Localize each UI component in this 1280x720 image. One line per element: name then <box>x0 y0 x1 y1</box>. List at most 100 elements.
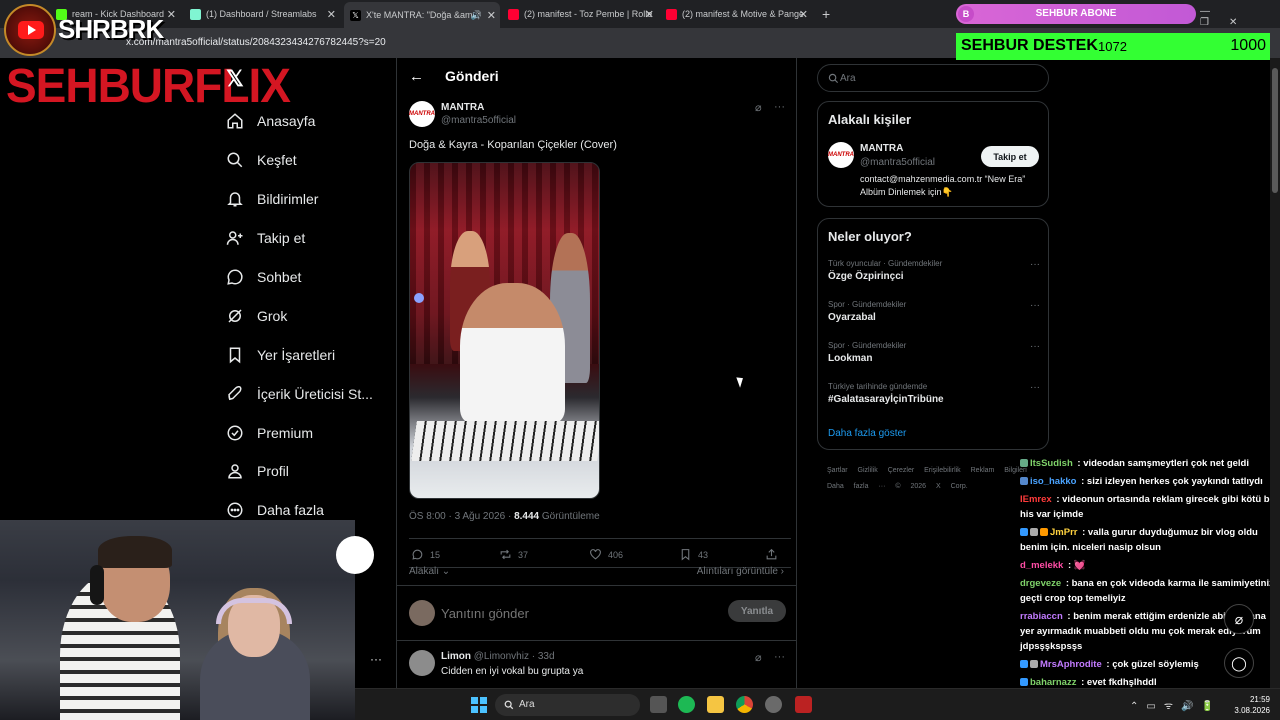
sort-label: Alakalı <box>409 566 440 577</box>
search-input[interactable] <box>840 71 1030 86</box>
taskbar-search-label: Ara <box>519 699 535 710</box>
trend-name: Özge Özpirinçci <box>828 271 904 282</box>
grok-float-icon[interactable]: ⌀ <box>1224 604 1254 634</box>
trend-category: Spor · Gündemdekiler <box>828 341 907 350</box>
reply-button[interactable]: Yanıtla <box>728 600 786 622</box>
bookmark-action[interactable]: 43 <box>679 548 708 561</box>
trend-item[interactable]: Spor · Gündemdekiler Lookman ··· <box>828 341 1040 364</box>
nav-item-home[interactable]: Anasayfa <box>226 102 373 141</box>
chat-user: baharnazz <box>1030 677 1077 688</box>
close-icon[interactable]: ✕ <box>167 8 176 21</box>
spotify-icon[interactable] <box>678 696 695 713</box>
post-video[interactable] <box>409 162 600 499</box>
chat-message: ItsSudish : videodan samşmeytleri çok ne… <box>1020 456 1278 471</box>
nav-item-chat[interactable]: Sohbet <box>226 258 373 297</box>
chat-message: JmPrr : valla gurur duyduğumuz bir vlog … <box>1020 525 1278 555</box>
avatar[interactable] <box>409 650 435 676</box>
floating-circle-button[interactable] <box>336 536 374 574</box>
donation-goal-bar: SEHBUR DESTEK 1072 1000 <box>956 33 1270 60</box>
chat-user: IEmrex <box>1020 494 1052 505</box>
trend-item[interactable]: Spor · Gündemdekiler Oyarzabal ··· <box>828 300 1040 323</box>
bookmark-count: 43 <box>698 549 709 560</box>
speaker-icon[interactable]: 🔊 <box>471 10 482 21</box>
follow-button[interactable]: Takip et <box>981 146 1039 167</box>
back-arrow-icon[interactable]: ← <box>409 68 424 85</box>
new-tab-button[interactable]: + <box>822 4 836 24</box>
nav-item-bookmarks[interactable]: Yer İşaretleri <box>226 335 373 374</box>
repost-count: 37 <box>518 549 529 560</box>
trend-category: Türk oyuncular · Gündemdekiler <box>828 259 943 268</box>
headphones-icon <box>90 565 104 605</box>
app-icon[interactable] <box>765 696 782 713</box>
obs-icon[interactable] <box>795 696 812 713</box>
file-explorer-icon[interactable] <box>707 696 724 713</box>
author-handle[interactable]: @mantra5official <box>441 115 516 126</box>
nav-item-profile[interactable]: Profil <box>226 452 373 491</box>
trend-name: #GalatasarayİçinTribüne <box>828 394 944 405</box>
messages-float-icon[interactable]: ◯ <box>1224 648 1254 678</box>
repost-icon <box>500 549 511 560</box>
nav-item-explore[interactable]: Keşfet <box>226 141 373 180</box>
show-more-link[interactable]: Daha fazla göster <box>828 428 906 439</box>
more-circle-icon <box>227 502 243 518</box>
comment-author[interactable]: Limon @Limonvhiz · 33d <box>441 651 555 662</box>
system-tray[interactable]: ⌃▭ᯤ🔊🔋 <box>1130 698 1222 712</box>
more-icon[interactable]: ··· <box>1030 300 1040 311</box>
streamlabs-icon <box>190 8 201 20</box>
grok-icon[interactable]: ⌀ <box>755 651 762 664</box>
related-name[interactable]: MANTRA <box>860 143 903 154</box>
view-quotes-link[interactable]: Alıntıları görüntüle › <box>697 566 784 577</box>
more-icon[interactable]: ··· <box>370 652 382 666</box>
url-field[interactable]: x.com/mantra5official/status/20843234342… <box>126 37 386 48</box>
more-icon[interactable]: ··· <box>1030 382 1040 393</box>
page-scrollbar[interactable] <box>1270 58 1280 688</box>
browser-tab[interactable]: (2) manifest & Motive & Pange ✕ <box>666 4 812 24</box>
taskbar-clock[interactable]: 21:59 3.08.2026 <box>1220 694 1270 716</box>
trend-item[interactable]: Türkiye tarihinde gündemde #Galatasarayİ… <box>828 382 1040 405</box>
browser-tab[interactable]: (2) manifest - Toz Pembe | Rolle ✕ <box>508 4 658 24</box>
avatar[interactable]: MANTRA <box>409 101 435 127</box>
grok-icon[interactable]: ⌀ <box>755 101 762 114</box>
nav-item-grok[interactable]: Grok <box>226 296 373 335</box>
close-icon[interactable]: ✕ <box>799 8 808 21</box>
nav-item-notifications[interactable]: Bildirimler <box>226 180 373 219</box>
more-icon[interactable]: ··· <box>774 651 785 663</box>
more-icon[interactable]: ··· <box>1030 259 1040 270</box>
chat-user: MrsAphrodite <box>1040 659 1102 670</box>
footer-links[interactable]: Şartlar Gizlilik Çerezler Erişilebilirli… <box>827 463 1037 495</box>
bell-icon <box>227 192 243 207</box>
close-icon[interactable]: ✕ <box>327 8 336 21</box>
x-logo-icon[interactable]: 𝕏 <box>226 66 244 92</box>
reply-input[interactable] <box>441 604 711 622</box>
close-icon[interactable]: ✕ <box>645 8 654 21</box>
author-name[interactable]: MANTRA <box>441 102 484 113</box>
browser-tab-active[interactable]: 𝕏 X'te MANTRA: "Doğa &amp; 🔊 ✕ <box>344 2 500 28</box>
avatar[interactable]: MANTRA <box>828 142 854 168</box>
browser-tab[interactable]: (1) Dashboard / Streamlabs ✕ <box>190 4 340 24</box>
chrome-icon[interactable] <box>736 696 753 713</box>
sort-dropdown[interactable]: Alakalı ⌄ <box>409 566 450 577</box>
trend-item[interactable]: Türk oyuncular · Gündemdekiler Özge Özpi… <box>828 259 1040 282</box>
reply-action[interactable]: 15 <box>411 548 440 561</box>
page-title: Gönderi <box>445 68 499 84</box>
windows-start-icon[interactable] <box>471 697 487 713</box>
trend-category: Spor · Gündemdekiler <box>828 300 907 309</box>
nav-item-follow[interactable]: Takip et <box>226 219 373 258</box>
close-icon[interactable]: ✕ <box>487 9 496 22</box>
nav-item-creator-studio[interactable]: İçerik Üreticisi St... <box>226 374 373 413</box>
nav-label: Premium <box>257 424 314 441</box>
scrollbar-thumb[interactable] <box>1272 68 1278 193</box>
more-icon[interactable]: ··· <box>1030 341 1040 352</box>
task-view-icon[interactable] <box>650 696 667 713</box>
chat-icon <box>227 269 243 285</box>
like-action[interactable]: 406 <box>589 548 623 561</box>
share-action[interactable] <box>765 548 784 561</box>
nav-item-premium[interactable]: Premium <box>226 413 373 452</box>
related-handle[interactable]: @mantra5official <box>860 157 935 168</box>
repost-action[interactable]: 37 <box>499 548 528 561</box>
taskbar-search[interactable]: Ara <box>495 694 640 716</box>
bookmark-icon <box>229 347 241 364</box>
more-icon[interactable]: ··· <box>774 101 785 113</box>
window-controls[interactable]: —❐✕ <box>1200 6 1280 28</box>
youtube-icon <box>508 8 519 20</box>
